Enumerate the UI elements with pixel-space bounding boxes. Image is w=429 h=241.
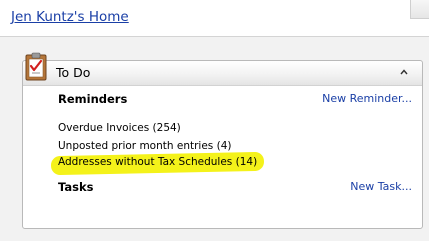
chevron-up-icon[interactable]: [398, 66, 410, 78]
reminder-item-unposted-entries[interactable]: Unposted prior month entries (4): [58, 140, 231, 152]
page-title[interactable]: Jen Kuntz's Home: [11, 9, 129, 25]
tasks-heading: Tasks: [58, 180, 94, 194]
todo-panel-title: To Do: [56, 65, 91, 80]
todo-panel-header[interactable]: To Do: [23, 52, 422, 86]
new-task-link[interactable]: New Task...: [350, 180, 412, 193]
page-header: Jen Kuntz's Home: [0, 0, 429, 37]
clipboard-checklist-icon: [25, 52, 47, 81]
window-corner-control[interactable]: [410, 0, 429, 19]
todo-panel: To Do Reminders New Reminder... Overdue …: [22, 52, 423, 229]
reminder-item-overdue-invoices[interactable]: Overdue Invoices (254): [58, 122, 181, 134]
new-reminder-link[interactable]: New Reminder...: [322, 92, 412, 105]
reminders-heading: Reminders: [58, 92, 128, 106]
reminder-item-addresses-without-tax[interactable]: Addresses without Tax Schedules (14): [58, 156, 257, 168]
